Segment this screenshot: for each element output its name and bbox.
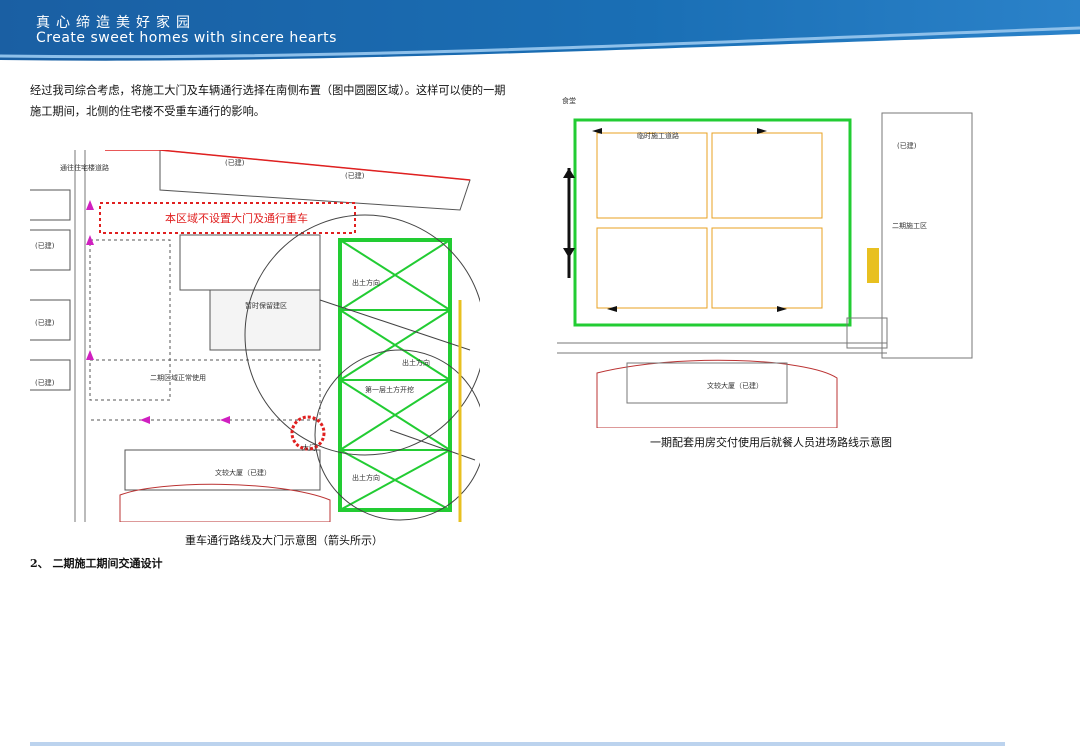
label-road-north: 通往住宅楼道路 [60,163,109,172]
label-built-b: (已建) [345,171,365,180]
figure1-caption: 重车通行路线及大门示意图（箭头所示） [185,534,383,547]
label-temp-road: 临时施工道路 [637,131,679,140]
section-heading: 2、 二期施工期间交通设计 [30,557,163,570]
label-exit-2: 出土方向 [402,358,430,367]
label-built-c: (已建) [35,241,55,250]
figure-heavy-vehicle-route: 本区域不设置大门及通行重车 (已建) (已建) (已建) (已建) (已建) 二… [30,149,486,523]
label-wenjiao-2: 文较大厦（已建） [707,381,763,390]
slogan-english: Create sweet homes with sincere hearts [36,30,337,46]
figure-dining-route: 临时施工道路 文较大厦（已建） (已建) 二期施工区 食堂 [557,78,1007,429]
label-temp-building: 暂时保留建区 [245,301,287,310]
figure2-caption: 一期配套用房交付使用后就餐人员进场路线示意图 [650,436,892,449]
label-exit-1: 出土方向 [352,278,380,287]
label-built-a: (已建) [225,158,245,167]
label-phase2-use: 二期区域正常使用 [150,373,206,382]
site-plan-2: 临时施工道路 文较大厦（已建） (已建) 二期施工区 食堂 [557,96,973,429]
label-built-d: (已建) [35,318,55,327]
site-plan-1: 本区域不设置大门及通行重车 (已建) (已建) (已建) (已建) (已建) 二… [30,149,486,523]
header-banner: 真心缔造美好家园 Create sweet homes with sincere… [0,0,1080,70]
slogan-chinese: 真心缔造美好家园 [36,15,196,31]
intro-paragraph: 经过我司综合考虑，将施工大门及车辆通行选择在南侧布置（图中圆圈区域）。这样可以使… [30,84,506,118]
label-built-e: (已建) [35,378,55,387]
label-exit-3: 出土方向 [352,473,380,482]
label-phase2: 二期施工区 [892,221,927,230]
label-built-2: (已建) [897,141,917,150]
label-phase1: 第一层土方开挖 [365,385,414,394]
no-gate-notice: 本区域不设置大门及通行重车 [165,211,308,225]
label-canteen: 食堂 [562,96,576,105]
label-wenjiao: 文较大厦（已建） [215,468,271,477]
footer-divider [30,742,1005,746]
label-gate: 大门 [302,443,316,452]
